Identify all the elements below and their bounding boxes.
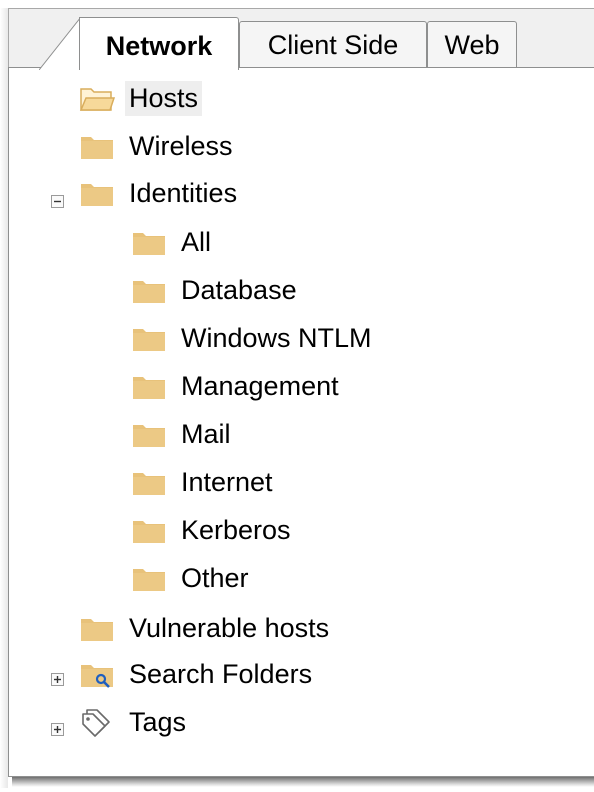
tree-item-internet[interactable]: Internet (131, 462, 277, 502)
tree-item-tags[interactable]: Tags (79, 702, 190, 742)
folder-icon (131, 467, 167, 497)
tree-item-label: All (181, 226, 212, 257)
tree-item-label: Windows NTLM (181, 322, 372, 353)
tree-item-label: Management (181, 370, 339, 401)
tree-item-kerberos[interactable]: Kerberos (131, 510, 295, 550)
folder-open-icon (79, 83, 116, 113)
tab-web[interactable]: Web (427, 21, 517, 68)
folder-icon (131, 419, 167, 449)
expand-toggle[interactable] (51, 723, 64, 736)
folder-icon (131, 275, 167, 305)
expand-toggle[interactable] (51, 673, 64, 686)
tree-item-database[interactable]: Database (131, 270, 301, 310)
tree-item-label: Mail (181, 418, 231, 449)
tab-strip: Network Client Side Web (8, 8, 594, 70)
tree-panel: Hosts Wireless Identities All Database W… (8, 67, 594, 777)
tree-item-label: Search Folders (129, 658, 313, 689)
folder-icon (79, 131, 115, 161)
folder-icon (131, 371, 167, 401)
tree-item-vulnerable-hosts[interactable]: Vulnerable hosts (79, 608, 333, 648)
tree-item-identities[interactable]: Identities (79, 173, 241, 213)
search-folder-icon (79, 659, 115, 689)
tree-item-label: Database (181, 274, 297, 305)
tree-item-mail[interactable]: Mail (131, 414, 235, 454)
folder-icon (79, 178, 115, 208)
tags-icon (79, 707, 115, 737)
folder-icon (131, 515, 167, 545)
window-shadow-left (0, 8, 8, 788)
tree-item-label: Wireless (129, 130, 233, 161)
tree-item-label: Other (181, 562, 249, 593)
tree-item-wireless[interactable]: Wireless (79, 126, 237, 166)
folder-icon (79, 613, 115, 643)
tree-item-label: Hosts (125, 80, 203, 116)
tab-network-slant (39, 17, 81, 70)
tree-item-search-folders[interactable]: Search Folders (79, 654, 316, 694)
folder-icon (131, 227, 167, 257)
tree-item-label: Identities (129, 177, 238, 208)
tree-item-all[interactable]: All (131, 222, 215, 262)
tree-item-windows-ntlm[interactable]: Windows NTLM (131, 318, 376, 358)
tree-item-label: Kerberos (181, 514, 291, 545)
folder-icon (131, 563, 167, 593)
tree-item-label: Internet (181, 466, 273, 497)
tree-item-hosts[interactable]: Hosts (79, 78, 203, 118)
tree-item-other[interactable]: Other (131, 558, 253, 598)
tree-item-label: Tags (129, 706, 187, 737)
tab-client-side[interactable]: Client Side (239, 21, 427, 68)
tree-item-label: Vulnerable hosts (129, 612, 330, 643)
collapse-toggle[interactable] (51, 195, 64, 208)
network-tree-window: Network Client Side Web Hosts Wireless I… (0, 0, 594, 792)
folder-icon (131, 323, 167, 353)
tree-item-management[interactable]: Management (131, 366, 343, 406)
tab-network[interactable]: Network (79, 17, 239, 70)
window-shadow-bottom (12, 777, 594, 787)
